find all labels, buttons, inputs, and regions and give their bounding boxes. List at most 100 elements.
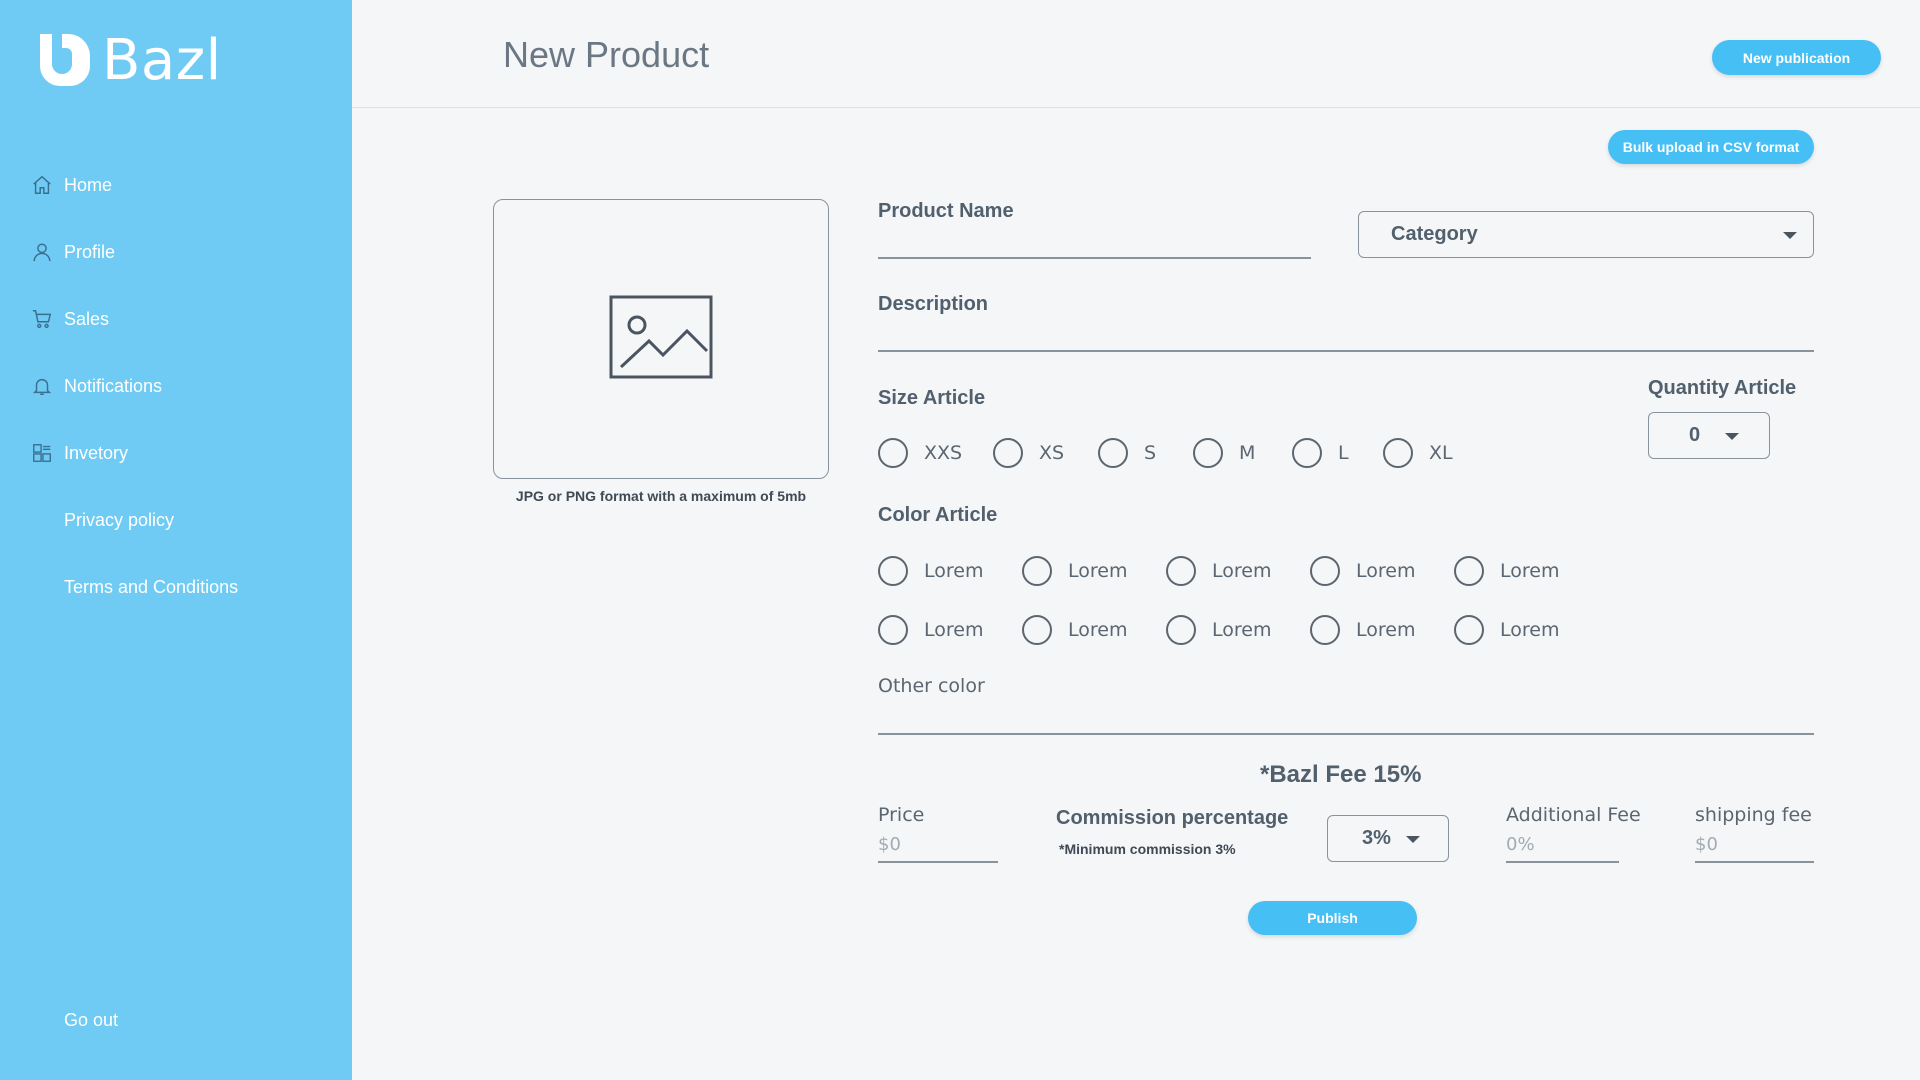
quantity-value: 0 [1689,424,1701,446]
shipping-fee-underline [1695,861,1814,863]
size-text: XXS [924,442,963,464]
size-text: XS [1039,442,1065,464]
sidebar: Bazl Home Profile Sales Notifications In… [0,0,352,1080]
radio-button[interactable] [878,556,908,586]
image-placeholder-icon [609,295,713,384]
quantity-select[interactable]: 0 [1648,412,1770,459]
sidebar-item-privacy-policy[interactable]: Privacy policy [30,505,174,535]
shipping-fee-input[interactable]: $0 [1695,834,1718,855]
image-upload-area[interactable] [493,199,829,479]
size-option-xxs[interactable]: XXS [878,438,962,468]
commission-value: 3% [1362,827,1391,849]
chevron-down-icon [1783,232,1797,239]
color-text: Lorem [924,560,984,582]
color-option[interactable]: Lorem [1454,556,1559,586]
sidebar-item-label: Home [64,174,113,195]
bazl-logo-icon [36,30,94,91]
color-option[interactable]: Lorem [1454,615,1559,645]
description-label: Description [878,293,989,315]
color-text: Lorem [1068,619,1128,641]
commission-label: Commission percentage [1056,807,1289,829]
home-icon [30,173,54,197]
fee-title: *Bazl Fee 15% [1260,761,1422,788]
color-option[interactable]: Lorem [1022,556,1127,586]
size-option-s[interactable]: S [1098,438,1156,468]
logout-label: Go out [64,1009,119,1030]
page-title: New Product [503,34,710,75]
radio-button[interactable] [1292,438,1322,468]
sidebar-item-label: Notifications [64,375,163,396]
radio-button[interactable] [1098,438,1128,468]
additional-fee-input[interactable]: 0% [1506,834,1535,855]
color-text: Lorem [924,619,984,641]
bell-icon [30,374,54,398]
radio-button[interactable] [1166,556,1196,586]
price-underline [878,861,998,863]
new-publication-button[interactable]: New publication [1712,40,1881,75]
shipping-fee-label: shipping fee [1695,804,1812,826]
size-option-xl[interactable]: XL [1383,438,1453,468]
size-option-m[interactable]: M [1193,438,1255,468]
sidebar-item-notifications[interactable]: Notifications [30,371,162,401]
color-option[interactable]: Lorem [1166,615,1271,645]
color-text: Lorem [1356,560,1416,582]
publish-button[interactable]: Publish [1248,901,1417,935]
sidebar-item-label: Sales [64,308,110,329]
color-option[interactable]: Lorem [878,615,983,645]
color-option[interactable]: Lorem [1166,556,1271,586]
sidebar-item-sales[interactable]: Sales [30,304,109,334]
logout-link[interactable]: Go out [30,1005,118,1035]
user-icon [30,240,54,264]
size-option-xs[interactable]: XS [993,438,1064,468]
color-label: Color Article [878,504,998,526]
radio-button[interactable] [1166,615,1196,645]
sidebar-item-profile[interactable]: Profile [30,237,115,267]
brand-logo[interactable]: Bazl [36,30,222,91]
radio-button[interactable] [1383,438,1413,468]
radio-button[interactable] [878,615,908,645]
radio-button[interactable] [1022,556,1052,586]
quantity-label: Quantity Article [1648,377,1797,399]
sidebar-item-label: Terms and Conditions [64,576,239,597]
description-input[interactable] [878,350,1814,352]
radio-button[interactable] [878,438,908,468]
additional-fee-label: Additional Fee [1506,804,1641,826]
image-format-hint: JPG or PNG format with a maximum of 5mb [515,488,807,504]
color-text: Lorem [1068,560,1128,582]
size-text: L [1338,442,1349,464]
size-text: S [1144,442,1157,464]
category-select[interactable]: Category [1358,211,1814,258]
radio-button[interactable] [993,438,1023,468]
sidebar-item-label: Privacy policy [64,509,175,530]
sidebar-item-terms[interactable]: Terms and Conditions [30,572,238,602]
radio-button[interactable] [1454,556,1484,586]
color-text: Lorem [1500,619,1560,641]
radio-button[interactable] [1310,615,1340,645]
color-option[interactable]: Lorem [878,556,983,586]
additional-fee-underline [1506,861,1619,863]
chevron-down-icon [1406,836,1420,843]
size-text: M [1239,442,1256,464]
size-option-l[interactable]: L [1292,438,1349,468]
sidebar-item-inventory[interactable]: Invetory [30,438,128,468]
price-input[interactable]: $0 [878,834,901,855]
sidebar-item-home[interactable]: Home [30,170,112,200]
cart-icon [30,307,54,331]
color-option[interactable]: Lorem [1022,615,1127,645]
radio-button[interactable] [1193,438,1223,468]
color-option[interactable]: Lorem [1310,615,1415,645]
size-text: XL [1429,442,1453,464]
color-text: Lorem [1500,560,1560,582]
bulk-upload-button[interactable]: Bulk upload in CSV format [1608,130,1814,164]
product-name-input[interactable] [878,257,1311,259]
commission-select[interactable]: 3% [1327,815,1449,862]
color-option[interactable]: Lorem [1310,556,1415,586]
sidebar-item-label: Profile [64,241,116,262]
radio-button[interactable] [1310,556,1340,586]
color-text: Lorem [1356,619,1416,641]
size-label: Size Article [878,387,986,409]
other-color-input[interactable]: Other color [878,675,985,697]
radio-button[interactable] [1022,615,1052,645]
chevron-down-icon [1725,433,1739,440]
radio-button[interactable] [1454,615,1484,645]
